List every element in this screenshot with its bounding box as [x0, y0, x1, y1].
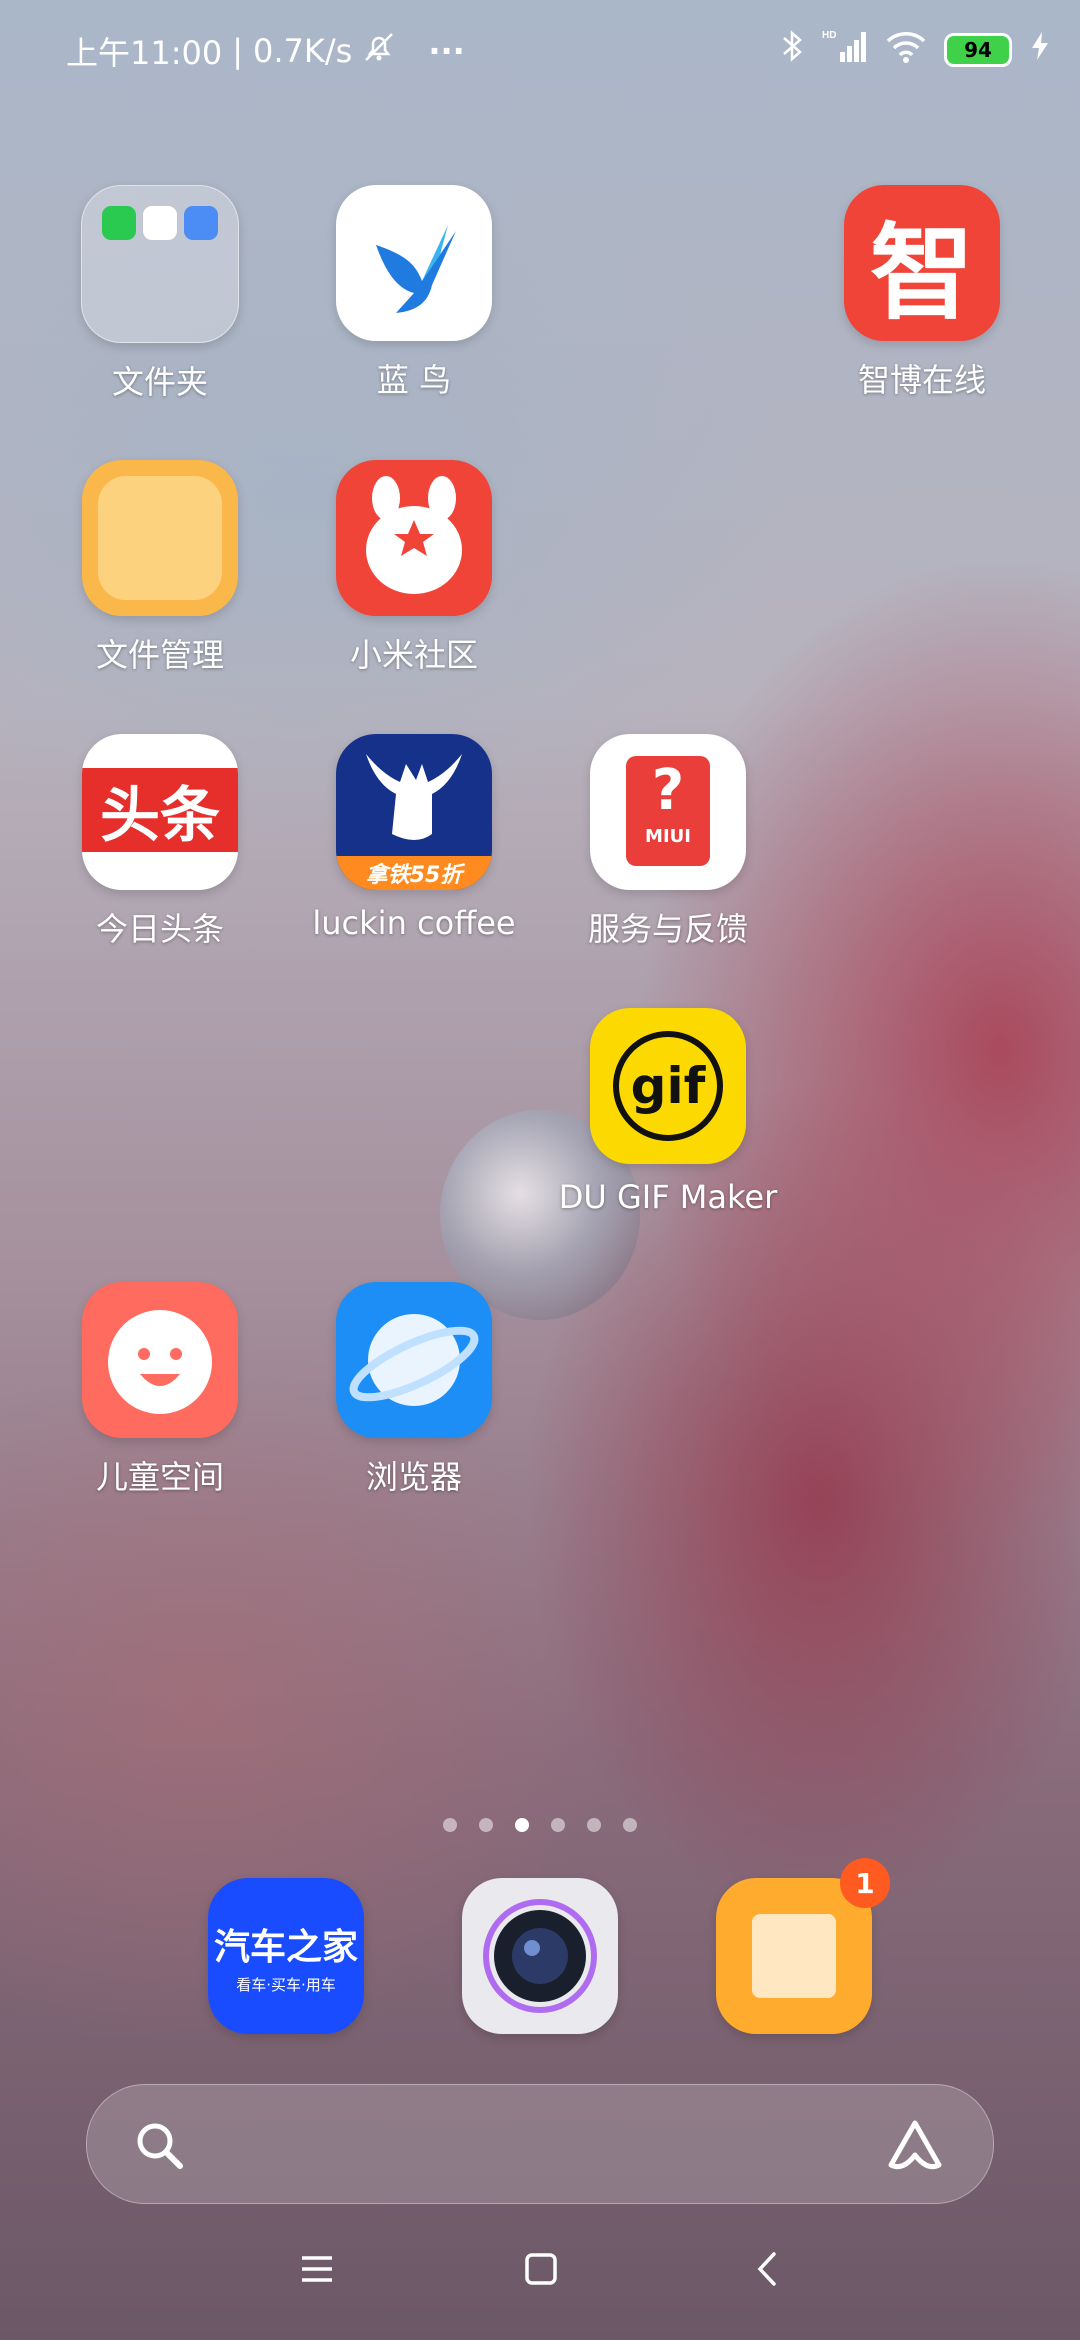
- gif-maker-icon: gif: [590, 1008, 746, 1164]
- app-folder[interactable]: 文件夹: [50, 185, 270, 403]
- page-dot[interactable]: [623, 1818, 637, 1832]
- dock-app-autohome[interactable]: 汽车之家 看车·买车·用车: [176, 1878, 396, 2034]
- luckin-promo: 拿铁55折: [365, 863, 463, 888]
- app-luckin[interactable]: 拿铁55折 luckin coffee: [304, 734, 524, 942]
- app-label: 智博在线: [857, 361, 986, 399]
- gif-glyph: gif: [630, 1057, 706, 1115]
- autohome-subtitle: 看车·买车·用车: [236, 1975, 336, 1994]
- kid-face-icon: [82, 1282, 238, 1438]
- app-lanniao[interactable]: 蓝 鸟: [304, 185, 524, 401]
- dock-app-camera[interactable]: [430, 1878, 650, 2034]
- app-label: 蓝 鸟: [376, 361, 452, 399]
- battery-level: 94: [964, 38, 992, 62]
- bluetooth-icon: [780, 28, 804, 72]
- status-time: 上午11:00: [66, 34, 223, 72]
- navigation-bar: [0, 2240, 1080, 2310]
- page-indicator: [0, 1818, 1080, 1832]
- charging-icon: [1030, 30, 1050, 70]
- zhibo-icon: 智: [844, 185, 1000, 341]
- alarm-off-icon: [362, 30, 396, 72]
- hd-signal-icon: HD: [822, 28, 868, 72]
- toutiao-glyph: 头条: [100, 780, 220, 851]
- mitu-bunny-icon: [336, 460, 492, 616]
- notes-icon: 1: [716, 1858, 890, 2034]
- browser-planet-icon: [336, 1282, 492, 1438]
- app-du-gif-maker[interactable]: gif DU GIF Maker: [558, 1008, 778, 1216]
- app-file-manager[interactable]: 文件管理: [50, 460, 270, 676]
- page-dot[interactable]: [443, 1818, 457, 1832]
- app-label: 服务与反馈: [587, 910, 748, 948]
- app-label: 文件夹: [111, 363, 208, 401]
- page-dot[interactable]: [479, 1818, 493, 1832]
- miui-label: MIUI: [645, 826, 691, 847]
- more-notifications: ···: [428, 32, 465, 70]
- app-label: 今日头条: [95, 910, 224, 948]
- status-bar: 上午11:00 | 0.7K/s ··· HD 94: [0, 0, 1080, 100]
- menu-icon[interactable]: [300, 2254, 334, 2288]
- status-separator: |: [232, 32, 244, 70]
- camera-lens-icon: [462, 1878, 618, 2034]
- svg-text:HD: HD: [822, 30, 836, 41]
- luckin-deer-icon: 拿铁55折: [336, 734, 492, 890]
- bluebird-icon: [336, 185, 492, 341]
- autohome-icon: 汽车之家 看车·买车·用车: [208, 1878, 364, 2034]
- app-toutiao[interactable]: 头条 今日头条: [50, 734, 270, 950]
- app-kids-space[interactable]: 儿童空间: [50, 1282, 270, 1498]
- wifi-icon: [886, 29, 926, 71]
- page-dot[interactable]: [587, 1818, 601, 1832]
- app-zhibo[interactable]: 智 智博在线: [812, 185, 1032, 401]
- zhibo-glyph: 智: [869, 211, 974, 334]
- battery-icon: 94: [944, 33, 1012, 67]
- page-dot[interactable]: [551, 1818, 565, 1832]
- question-mark-icon: ?: [651, 758, 685, 823]
- feedback-icon: ? MIUI: [590, 734, 746, 890]
- search-bar[interactable]: [86, 2084, 994, 2204]
- autohome-title: 汽车之家: [213, 1926, 358, 1968]
- app-browser[interactable]: 浏览器: [304, 1282, 524, 1498]
- notification-badge: 1: [840, 1858, 890, 1908]
- app-service-feedback[interactable]: ? MIUI 服务与反馈: [558, 734, 778, 950]
- dock-app-notes[interactable]: 1: [684, 1858, 904, 2034]
- app-label: DU GIF Maker: [558, 1178, 778, 1216]
- app-label: 浏览器: [365, 1458, 462, 1496]
- app-label: luckin coffee: [312, 904, 516, 942]
- toutiao-icon: 头条: [82, 734, 238, 890]
- app-xiaomi-community[interactable]: 小米社区: [304, 460, 524, 676]
- folder-icon: [81, 185, 239, 343]
- search-icon[interactable]: [133, 2119, 185, 2175]
- app-label: 文件管理: [95, 636, 224, 674]
- app-label: 儿童空间: [95, 1458, 224, 1496]
- back-icon[interactable]: [754, 2250, 778, 2292]
- app-label: 小米社区: [349, 636, 478, 674]
- file-folder-icon: [82, 460, 238, 616]
- xiaoai-assistant-icon[interactable]: [883, 2117, 947, 2177]
- net-speed: 0.7K/s: [253, 32, 353, 70]
- home-icon[interactable]: [524, 2252, 558, 2290]
- page-dot-active[interactable]: [515, 1818, 529, 1832]
